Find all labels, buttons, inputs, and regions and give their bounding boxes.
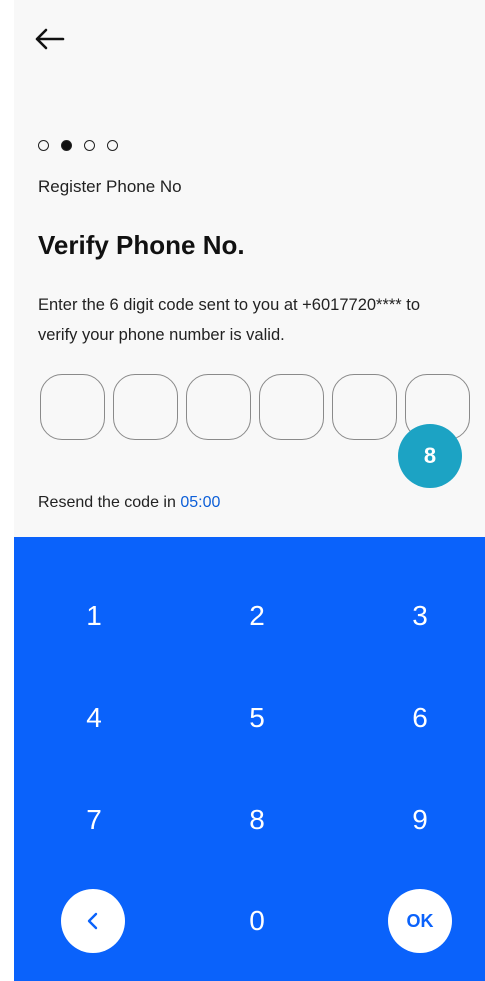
step-dot-4 <box>107 140 118 151</box>
instructions-line-1: Enter the 6 digit code sent to you at +6… <box>38 296 421 314</box>
step-label: Register Phone No <box>38 177 182 196</box>
keypad-backspace-button[interactable] <box>61 889 125 953</box>
key-8[interactable]: 8 <box>207 785 307 855</box>
resend-timer: 05:00 <box>180 494 221 511</box>
resend-code-text: Resend the code in 05:00 <box>38 494 220 512</box>
step-dot-3 <box>84 140 95 151</box>
key-5[interactable]: 5 <box>207 683 307 753</box>
key-0[interactable]: 0 <box>207 886 307 956</box>
ok-label: OK <box>406 910 434 931</box>
otp-code-input <box>40 374 470 440</box>
otp-digit-box-3[interactable] <box>186 374 251 440</box>
numeric-keypad: 1 2 3 4 5 6 7 8 9 0 OK <box>14 537 485 981</box>
step-dot-1 <box>38 140 49 151</box>
resend-label: Resend the code in <box>38 494 176 511</box>
key-3[interactable]: 3 <box>370 581 470 651</box>
arrow-left-icon <box>35 28 65 50</box>
key-4[interactable]: 4 <box>44 683 144 753</box>
key-6[interactable]: 6 <box>370 683 470 753</box>
step-number-badge: 8 <box>398 424 462 488</box>
instructions-line-2: verify your phone number is valid. <box>38 326 285 344</box>
otp-digit-box-2[interactable] <box>113 374 178 440</box>
otp-digit-box-5[interactable] <box>332 374 397 440</box>
key-2[interactable]: 2 <box>207 581 307 651</box>
otp-digit-box-1[interactable] <box>40 374 105 440</box>
key-7[interactable]: 7 <box>44 785 144 855</box>
step-dot-2-active <box>61 140 72 151</box>
verify-phone-screen: Register Phone No Verify Phone No. Enter… <box>14 0 485 981</box>
key-1[interactable]: 1 <box>44 581 144 651</box>
instructions-text: Enter the 6 digit code sent to you at +6… <box>38 290 468 350</box>
step-indicator <box>38 140 118 151</box>
key-9[interactable]: 9 <box>370 785 470 855</box>
otp-digit-box-4[interactable] <box>259 374 324 440</box>
back-button[interactable] <box>32 22 66 56</box>
ok-button[interactable]: OK <box>388 889 452 953</box>
chevron-left-icon <box>87 912 98 930</box>
page-title: Verify Phone No. <box>38 230 245 260</box>
